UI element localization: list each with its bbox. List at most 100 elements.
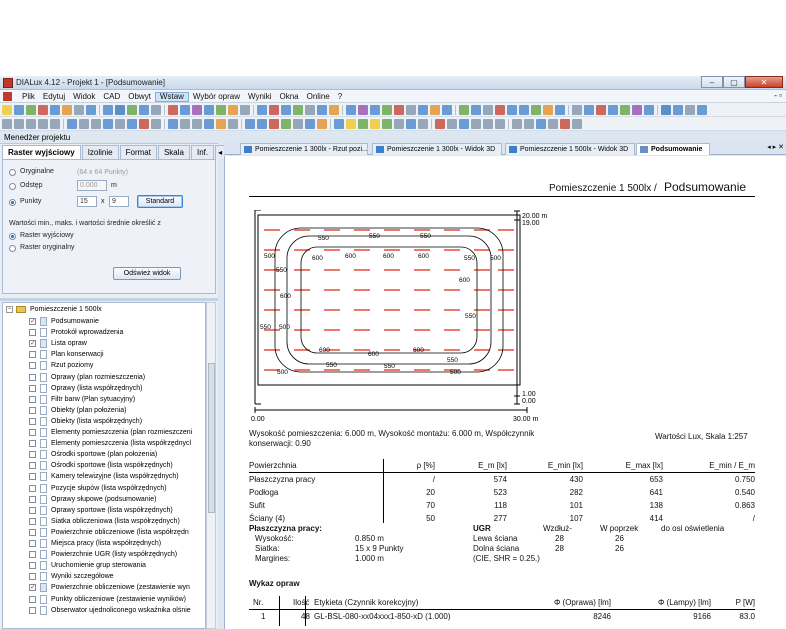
toolbar-tool-icon[interactable] [495, 119, 505, 129]
toolbar-tool-icon[interactable] [168, 119, 178, 129]
tree-item[interactable]: ✓ Powierzchnie obliczeniowe (zestawienie … [3, 582, 205, 593]
toolbar-tool-icon[interactable] [305, 105, 315, 115]
menu-plik[interactable]: Plik [18, 92, 39, 102]
toolbar-tool-icon[interactable] [26, 105, 36, 115]
menu-help[interactable]: ? [334, 92, 346, 102]
tree-item[interactable]: ✓ Podsumowanie [3, 316, 205, 327]
checkbox[interactable] [29, 373, 36, 381]
tree-item[interactable]: Oprawy (plan rozmieszczenia) [3, 372, 205, 383]
menu-wyniki[interactable]: Wyniki [244, 92, 275, 102]
toolbar-tool-icon[interactable] [459, 119, 469, 129]
checked-checkbox[interactable]: ✓ [29, 340, 36, 348]
menu-obwyt[interactable]: Obwyt [124, 92, 155, 102]
menu-okna[interactable]: Okna [275, 92, 302, 102]
toolbar-tool-icon[interactable] [2, 105, 12, 115]
checkbox[interactable] [29, 395, 36, 403]
tab-rzut-poziomy[interactable]: Pomieszczenie 1 300lx - Rzut pozi... [240, 143, 368, 155]
menu-online[interactable]: Online [303, 92, 334, 102]
checkbox[interactable] [29, 462, 36, 470]
tree-item[interactable]: Protokół wprowadzenia [3, 327, 205, 338]
toolbar-tool-icon[interactable] [572, 105, 582, 115]
toolbar-tool-icon[interactable] [139, 105, 149, 115]
toolbar-tool-icon[interactable] [26, 119, 36, 129]
refresh-view-button[interactable]: Odśwież widok [113, 267, 181, 280]
toolbar-tool-icon[interactable] [74, 105, 84, 115]
close-button[interactable]: ✕ [745, 76, 783, 88]
toolbar-tool-icon[interactable] [507, 105, 517, 115]
toolbar-tool-icon[interactable] [180, 105, 190, 115]
tree-item[interactable]: Elementy pomieszczenia (plan rozmieszcze… [3, 427, 205, 438]
toolbar-tool-icon[interactable] [204, 119, 214, 129]
scrollbar-thumb[interactable] [208, 363, 215, 513]
tab-nav-controls[interactable]: ◂ ▸ ✕ [767, 143, 784, 151]
toolbar-tool-icon[interactable] [346, 119, 356, 129]
checkbox[interactable] [29, 551, 36, 559]
toolbar-tool-icon[interactable] [257, 105, 267, 115]
toolbar-tool-icon[interactable] [555, 105, 565, 115]
tree-item[interactable]: Punkty obliczeniowe (zestawienie wyników… [3, 594, 205, 605]
tree-item[interactable]: Pozycje słupów (lista współrzędnych) [3, 483, 205, 494]
toolbar-tool-icon[interactable] [329, 105, 339, 115]
toolbar-tool-icon[interactable] [86, 105, 96, 115]
toolbar-tool-icon[interactable] [382, 119, 392, 129]
toolbar-tool-icon[interactable] [447, 119, 457, 129]
tree-item[interactable]: Kamery telewizyjne (lista współrzędnych) [3, 471, 205, 482]
toolbar-tool-icon[interactable] [228, 119, 238, 129]
toolbar-tool-icon[interactable] [531, 105, 541, 115]
toolbar-tool-icon[interactable] [67, 119, 77, 129]
tree-item[interactable]: Powierzchnie obliczeniowe (lista współrz… [3, 527, 205, 538]
tab-info[interactable]: Inf. [190, 145, 215, 159]
toolbar-tool-icon[interactable] [293, 105, 303, 115]
checkbox[interactable] [29, 484, 36, 492]
toolbar-tool-icon[interactable] [382, 105, 392, 115]
toolbar-tool-icon[interactable] [257, 119, 267, 129]
tree-item[interactable]: Ośrodki sportowe (plan położenia) [3, 449, 205, 460]
checkbox[interactable] [29, 606, 36, 614]
toolbar-tool-icon[interactable] [471, 119, 481, 129]
toolbar-tool-icon[interactable] [471, 105, 481, 115]
toolbar-tool-icon[interactable] [228, 105, 238, 115]
toolbar-tool-icon[interactable] [632, 105, 642, 115]
tab-skala[interactable]: Skala [157, 145, 190, 159]
checkbox[interactable] [29, 573, 36, 581]
tree-item[interactable]: Siatka obliczeniowa (lista współrzędnych… [3, 516, 205, 527]
toolbar-tool-icon[interactable] [483, 105, 493, 115]
panel-splitter[interactable] [0, 298, 218, 301]
checkbox[interactable] [29, 451, 36, 459]
toolbar-tool-icon[interactable] [394, 119, 404, 129]
toolbar-tool-icon[interactable] [127, 119, 137, 129]
toolbar-tool-icon[interactable] [115, 119, 125, 129]
checkbox[interactable] [29, 506, 36, 514]
toolbar-tool-icon[interactable] [370, 105, 380, 115]
toolbar-tool-icon[interactable] [418, 105, 428, 115]
toolbar-tool-icon[interactable] [216, 119, 226, 129]
toolbar-tool-icon[interactable] [151, 119, 161, 129]
toolbar-tool-icon[interactable] [180, 119, 190, 129]
toolbar-tool-icon[interactable] [673, 105, 683, 115]
toolbar-tool-icon[interactable] [406, 119, 416, 129]
radio-spacing[interactable] [9, 183, 16, 190]
points-y-input[interactable]: 9 [109, 196, 129, 207]
tab-raster-wyjsciowy[interactable]: Raster wyjściowy [2, 145, 81, 159]
radio-original[interactable] [9, 169, 16, 176]
tree-item[interactable]: Plan konserwacji [3, 349, 205, 360]
toolbar-tool-icon[interactable] [661, 105, 671, 115]
tree-item[interactable]: Elementy pomieszczenia (lista współrzędn… [3, 438, 205, 449]
collapse-icon[interactable]: − [6, 306, 13, 313]
checkbox[interactable] [29, 517, 36, 525]
tab-widok-3d-300[interactable]: Pomieszczenie 1 300lx - Widok 3D [372, 143, 502, 155]
toolbar-tool-icon[interactable] [536, 119, 546, 129]
checkbox[interactable] [29, 351, 36, 359]
toolbar-tool-icon[interactable] [495, 105, 505, 115]
checkbox[interactable] [29, 495, 36, 503]
checked-checkbox[interactable]: ✓ [29, 318, 36, 325]
toolbar-tool-icon[interactable] [127, 105, 137, 115]
tree-item[interactable]: Ośrodki sportowe (lista współrzędnych) [3, 460, 205, 471]
toolbar-tool-icon[interactable] [245, 119, 255, 129]
tree-item[interactable]: ✓ Lista opraw [3, 338, 205, 349]
toolbar-tool-icon[interactable] [192, 119, 202, 129]
spacing-input[interactable]: 0.000 [77, 180, 107, 191]
toolbar-tool-icon[interactable] [91, 119, 101, 129]
toolbar-tool-icon[interactable] [103, 119, 113, 129]
tree-item[interactable]: Wyniki szczegółowe [3, 571, 205, 582]
